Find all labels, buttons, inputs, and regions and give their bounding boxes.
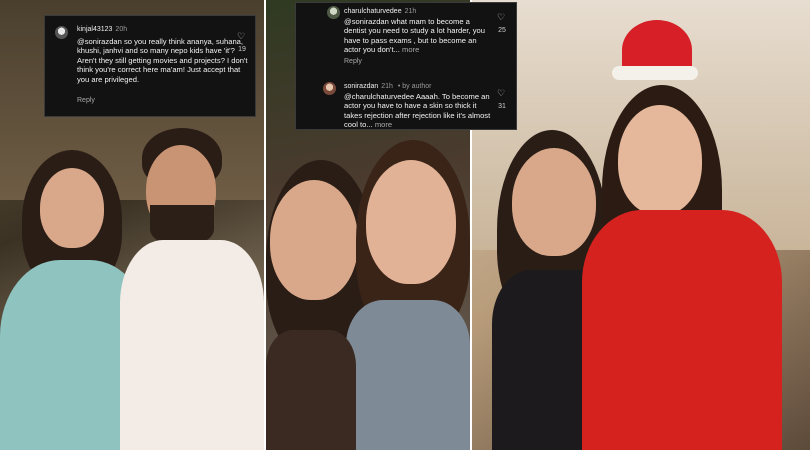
woman-left-face	[270, 180, 358, 300]
red-dress	[582, 210, 782, 450]
heart-icon[interactable]: ♡	[497, 13, 505, 22]
avatar[interactable]	[323, 82, 336, 95]
like-count: 31	[498, 103, 506, 110]
denim-jacket	[346, 300, 470, 450]
author-tag: • by author	[395, 83, 432, 90]
comment-header: kinjal43123 20h	[77, 26, 127, 33]
heart-icon[interactable]: ♡	[237, 32, 245, 41]
username[interactable]: kinjal43123	[77, 26, 112, 33]
comment-text: @sonirazdan what mam to become a dentist…	[344, 17, 494, 55]
timestamp: 21h	[404, 8, 417, 15]
santa-hat-trim	[612, 66, 698, 80]
username[interactable]: charulchaturvedee	[344, 8, 402, 15]
comment-header: charulchaturvedee 21h	[344, 8, 416, 15]
comment-text: @charulchaturvedee Aaaah. To become an a…	[344, 92, 494, 130]
more-link[interactable]: more	[402, 45, 419, 54]
more-link[interactable]: more	[375, 120, 392, 129]
comment-text: @sonirazdan so you really think ananya, …	[77, 37, 248, 84]
man-white-kurta	[120, 240, 264, 450]
older-woman-face	[512, 148, 596, 256]
avatar[interactable]	[55, 26, 68, 39]
comment-card-left: kinjal43123 20h @sonirazdan so you really…	[44, 15, 256, 117]
young-woman-face	[618, 105, 702, 215]
dark-top	[266, 330, 356, 450]
timestamp: 21h	[381, 83, 393, 90]
man-beard	[150, 205, 214, 245]
woman-face	[40, 168, 104, 248]
comment-card-right: charulchaturvedee 21h @sonirazdan what ma…	[295, 2, 517, 130]
reply-button[interactable]: Reply	[344, 58, 362, 65]
like-count: 25	[498, 27, 506, 34]
username[interactable]: sonirazdan	[344, 83, 378, 90]
like-count: 19	[238, 46, 246, 53]
reply-button[interactable]: Reply	[77, 97, 95, 104]
photo-right	[472, 0, 810, 450]
heart-icon[interactable]: ♡	[497, 89, 505, 98]
comment-body: @charulchaturvedee Aaaah. To become an a…	[344, 92, 491, 130]
timestamp: 20h	[115, 26, 128, 33]
woman-right-face	[366, 160, 456, 284]
comment-header: sonirazdan 21h • by author	[344, 83, 431, 90]
avatar[interactable]	[327, 6, 340, 19]
